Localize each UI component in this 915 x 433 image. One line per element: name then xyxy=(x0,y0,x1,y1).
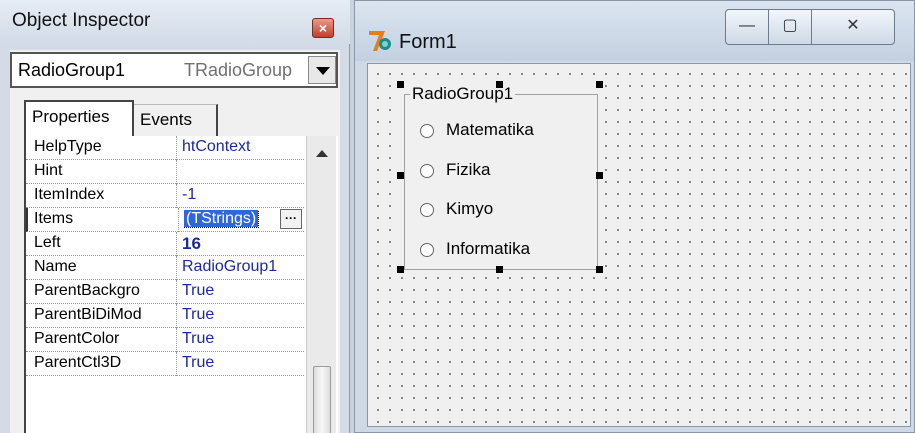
object-inspector-body: RadioGroup1 TRadioGroup Properties Event… xyxy=(10,50,340,433)
property-value[interactable]: -1 xyxy=(182,186,302,208)
property-name: ParentBiDiMod xyxy=(34,306,142,323)
radio-icon[interactable] xyxy=(420,124,434,138)
selection-handle[interactable] xyxy=(397,81,404,88)
selection-handle[interactable] xyxy=(496,81,503,88)
scroll-up-icon[interactable] xyxy=(316,150,328,157)
property-name: ParentBackgro xyxy=(34,282,140,299)
form-designer-window: Form1 — ▢ ✕ RadioGroup1 Matematika Fizik… xyxy=(354,0,915,433)
selection-handle[interactable] xyxy=(397,172,404,179)
form-titlebar[interactable]: Form1 — ▢ ✕ xyxy=(355,1,914,61)
property-row-itemindex[interactable]: ItemIndex -1 xyxy=(26,184,304,208)
radio-label: Informatika xyxy=(446,239,531,258)
selection-handle[interactable] xyxy=(496,266,503,273)
property-name: ItemIndex xyxy=(34,186,105,203)
property-row-hint[interactable]: Hint xyxy=(26,160,304,184)
property-row-parentcolor[interactable]: ParentColor True xyxy=(26,328,304,352)
property-name: ParentColor xyxy=(34,330,120,347)
property-row-parentbackground[interactable]: ParentBackgro True xyxy=(26,280,304,304)
property-name: Items xyxy=(34,210,74,227)
radio-label: Matematika xyxy=(446,120,534,139)
property-row-helptype[interactable]: HelpType htContext xyxy=(26,136,304,160)
scroll-thumb[interactable] xyxy=(313,366,331,433)
property-value[interactable] xyxy=(182,162,302,184)
property-row-left[interactable]: Left 16 xyxy=(26,232,304,256)
object-inspector-title: Object Inspector xyxy=(12,10,151,31)
property-value[interactable]: True xyxy=(182,354,302,376)
delphi-logo-icon xyxy=(369,31,391,51)
ellipsis-icon[interactable]: ··· xyxy=(280,209,302,229)
radio-icon[interactable] xyxy=(420,203,434,217)
property-value[interactable]: True xyxy=(182,282,302,304)
property-grid: HelpType htContext Hint ItemIndex -1 Ite… xyxy=(24,136,338,433)
object-inspector-titlebar[interactable]: Object Inspector × xyxy=(0,0,350,44)
property-row-items[interactable]: Items (TStrings) ··· xyxy=(26,208,304,232)
property-value[interactable]: True xyxy=(182,306,302,328)
tab-events[interactable]: Events xyxy=(134,104,218,138)
form-title: Form1 xyxy=(399,31,457,53)
property-row-parentbidimode[interactable]: ParentBiDiMod True xyxy=(26,304,304,328)
radio-label: Fizika xyxy=(446,160,491,179)
minimize-icon[interactable]: — xyxy=(725,9,769,45)
component-selector[interactable]: RadioGroup1 TRadioGroup xyxy=(10,52,338,88)
close-icon[interactable]: × xyxy=(312,18,334,38)
form-client-area[interactable]: RadioGroup1 Matematika Fizika Kimyo Info… xyxy=(367,63,911,427)
property-name: Name xyxy=(34,258,77,275)
property-value[interactable]: True xyxy=(182,330,302,352)
property-value[interactable]: htContext xyxy=(182,138,302,160)
property-value[interactable]: RadioGroup1 xyxy=(182,258,302,280)
window-close-icon[interactable]: ✕ xyxy=(811,9,895,45)
component-type: TRadioGroup xyxy=(184,60,293,80)
selection-handle[interactable] xyxy=(397,266,404,273)
radio-group[interactable]: RadioGroup1 Matematika Fizika Kimyo Info… xyxy=(397,81,603,273)
property-name: HelpType xyxy=(34,138,102,155)
property-name: Hint xyxy=(34,162,63,179)
radio-label: Kimyo xyxy=(446,199,494,218)
property-scrollbar[interactable] xyxy=(306,136,336,433)
property-name: ParentCtl3D xyxy=(34,354,122,371)
chevron-down-icon[interactable] xyxy=(308,56,336,84)
maximize-icon[interactable]: ▢ xyxy=(768,9,812,45)
property-name: Left xyxy=(34,234,61,251)
radio-icon[interactable] xyxy=(420,243,434,257)
tab-properties[interactable]: Properties xyxy=(24,100,134,136)
selected-value-text: (TStrings) xyxy=(184,210,260,228)
property-value[interactable]: 16 xyxy=(182,234,302,256)
object-inspector-window: Object Inspector × RadioGroup1 TRadioGro… xyxy=(0,0,350,433)
selection-handle[interactable] xyxy=(596,81,603,88)
component-name: RadioGroup1 xyxy=(18,60,126,80)
radio-icon[interactable] xyxy=(420,164,434,178)
property-row-parentctl3d[interactable]: ParentCtl3D True xyxy=(26,352,304,376)
property-row-name[interactable]: Name RadioGroup1 xyxy=(26,256,304,280)
selection-handle[interactable] xyxy=(596,266,603,273)
selection-handle[interactable] xyxy=(596,172,603,179)
